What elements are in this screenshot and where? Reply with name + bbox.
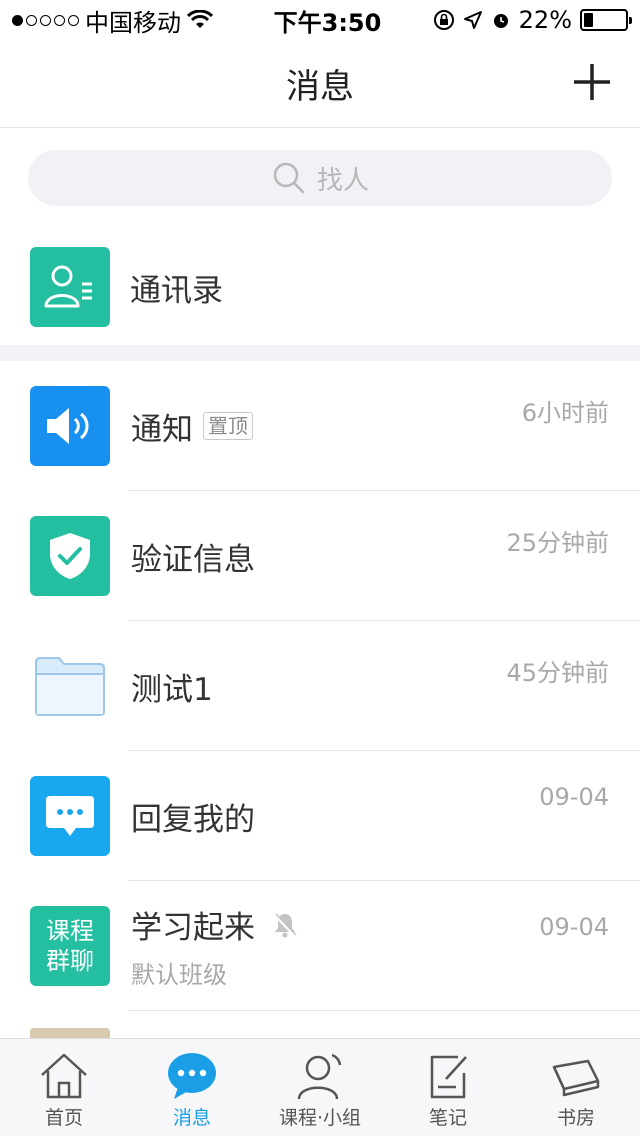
shield-check-icon xyxy=(50,533,90,579)
status-bar: 中国移动 下午3:50 22% xyxy=(0,0,640,40)
pinned-badge: 置顶 xyxy=(203,412,253,440)
search-icon xyxy=(273,162,305,194)
message-body: 验证信息 xyxy=(131,534,255,579)
tab-home[interactable]: 首页 xyxy=(0,1039,128,1136)
alarm-icon xyxy=(493,14,508,28)
tab-label: 课程·小组 xyxy=(278,1107,362,1129)
list-item-group-chat[interactable]: 课程 群聊 学习起来 默认班级 09-04 xyxy=(0,881,640,1011)
home-icon xyxy=(41,1053,87,1099)
status-bar-right: 22% xyxy=(413,6,632,34)
wifi-icon xyxy=(187,10,213,28)
folder-tile xyxy=(30,646,110,726)
status-bar-left: 中国移动 xyxy=(12,3,242,38)
tab-label: 书房 xyxy=(556,1107,595,1129)
divider xyxy=(128,1010,640,1011)
page-title: 消息 xyxy=(286,67,354,107)
message-time: 09-04 xyxy=(539,783,609,811)
status-time: 下午3:50 xyxy=(273,8,382,37)
course-group-tile: 课程 群聊 xyxy=(30,906,110,986)
list-item-test-folder[interactable]: 测试1 45分钟前 xyxy=(0,621,640,751)
search-input[interactable]: 找人 xyxy=(28,150,612,206)
bell-off-icon xyxy=(273,912,297,937)
group-tile-line1: 课程 xyxy=(46,917,94,945)
message-title: 测试1 xyxy=(131,671,213,708)
tab-courses-groups[interactable]: 课程·小组 xyxy=(256,1039,384,1136)
message-body: 学习起来 默认班级 xyxy=(131,902,299,990)
message-title: 学习起来 xyxy=(131,910,255,946)
message-title-row: 通知 置顶 xyxy=(131,404,253,449)
message-time: 25分钟前 xyxy=(506,529,609,557)
message-title-row: 学习起来 xyxy=(131,902,299,947)
partial-list-item-thumb xyxy=(30,1028,110,1038)
message-title: 回复我的 xyxy=(131,801,255,838)
tab-label: 笔记 xyxy=(428,1107,467,1129)
rotation-lock-icon xyxy=(433,10,454,30)
group-tile-line2: 群聊 xyxy=(46,947,94,975)
message-title-row: 回复我的 xyxy=(131,794,255,839)
list-item-notifications[interactable]: 通知 置顶 6小时前 xyxy=(0,361,640,491)
contacts-tile xyxy=(30,247,110,327)
tab-label: 首页 xyxy=(44,1107,83,1129)
add-button[interactable] xyxy=(572,62,612,102)
message-time: 45分钟前 xyxy=(506,659,609,687)
battery-percent: 22% xyxy=(518,6,572,34)
tab-label: 消息 xyxy=(172,1107,211,1129)
tab-notes[interactable]: 笔记 xyxy=(384,1039,512,1136)
person-icon xyxy=(297,1053,342,1100)
message-list: 通知 置顶 6小时前 验证信息 25分钟前 测试1 45分钟前 回复我的 09-… xyxy=(0,361,640,1038)
section-divider xyxy=(0,345,640,361)
message-body: 测试1 xyxy=(131,664,213,709)
message-body: 回复我的 xyxy=(131,794,255,839)
chat-bubble-icon xyxy=(46,796,94,836)
search-section: 找人 xyxy=(0,129,640,229)
battery-icon xyxy=(580,9,632,31)
signal-strength-icon xyxy=(12,14,79,26)
replies-tile xyxy=(30,776,110,856)
message-icon xyxy=(168,1053,216,1099)
list-item-verification[interactable]: 验证信息 25分钟前 xyxy=(0,491,640,621)
message-title: 验证信息 xyxy=(131,541,255,578)
message-title: 通知 xyxy=(131,411,193,448)
message-subtitle: 默认班级 xyxy=(131,961,227,989)
carrier-name: 中国移动 xyxy=(85,8,181,37)
notification-tile xyxy=(30,386,110,466)
verification-tile xyxy=(30,516,110,596)
message-time: 09-04 xyxy=(539,913,609,941)
message-title-row: 验证信息 xyxy=(131,534,255,579)
tab-bar: 首页 消息 课程·小组 笔记 书房 xyxy=(0,1038,640,1136)
tab-messages[interactable]: 消息 xyxy=(128,1039,256,1136)
book-icon xyxy=(552,1059,600,1097)
contacts-row[interactable]: 通讯录 xyxy=(0,229,640,345)
message-title-row: 测试1 xyxy=(131,664,213,709)
folder-icon xyxy=(35,657,105,716)
tab-study[interactable]: 书房 xyxy=(512,1039,640,1136)
plus-icon xyxy=(574,64,610,100)
note-icon xyxy=(430,1055,467,1099)
nav-bar: 消息 xyxy=(0,40,640,128)
message-time: 6小时前 xyxy=(521,399,609,427)
speaker-icon xyxy=(47,408,89,444)
contact-card-icon xyxy=(44,265,92,308)
location-arrow-icon xyxy=(463,11,482,29)
search-placeholder: 找人 xyxy=(316,165,369,196)
battery-level xyxy=(584,13,593,27)
contacts-label: 通讯录 xyxy=(130,272,223,309)
list-item-replies[interactable]: 回复我的 09-04 xyxy=(0,751,640,881)
message-body: 通知 置顶 xyxy=(131,404,253,449)
